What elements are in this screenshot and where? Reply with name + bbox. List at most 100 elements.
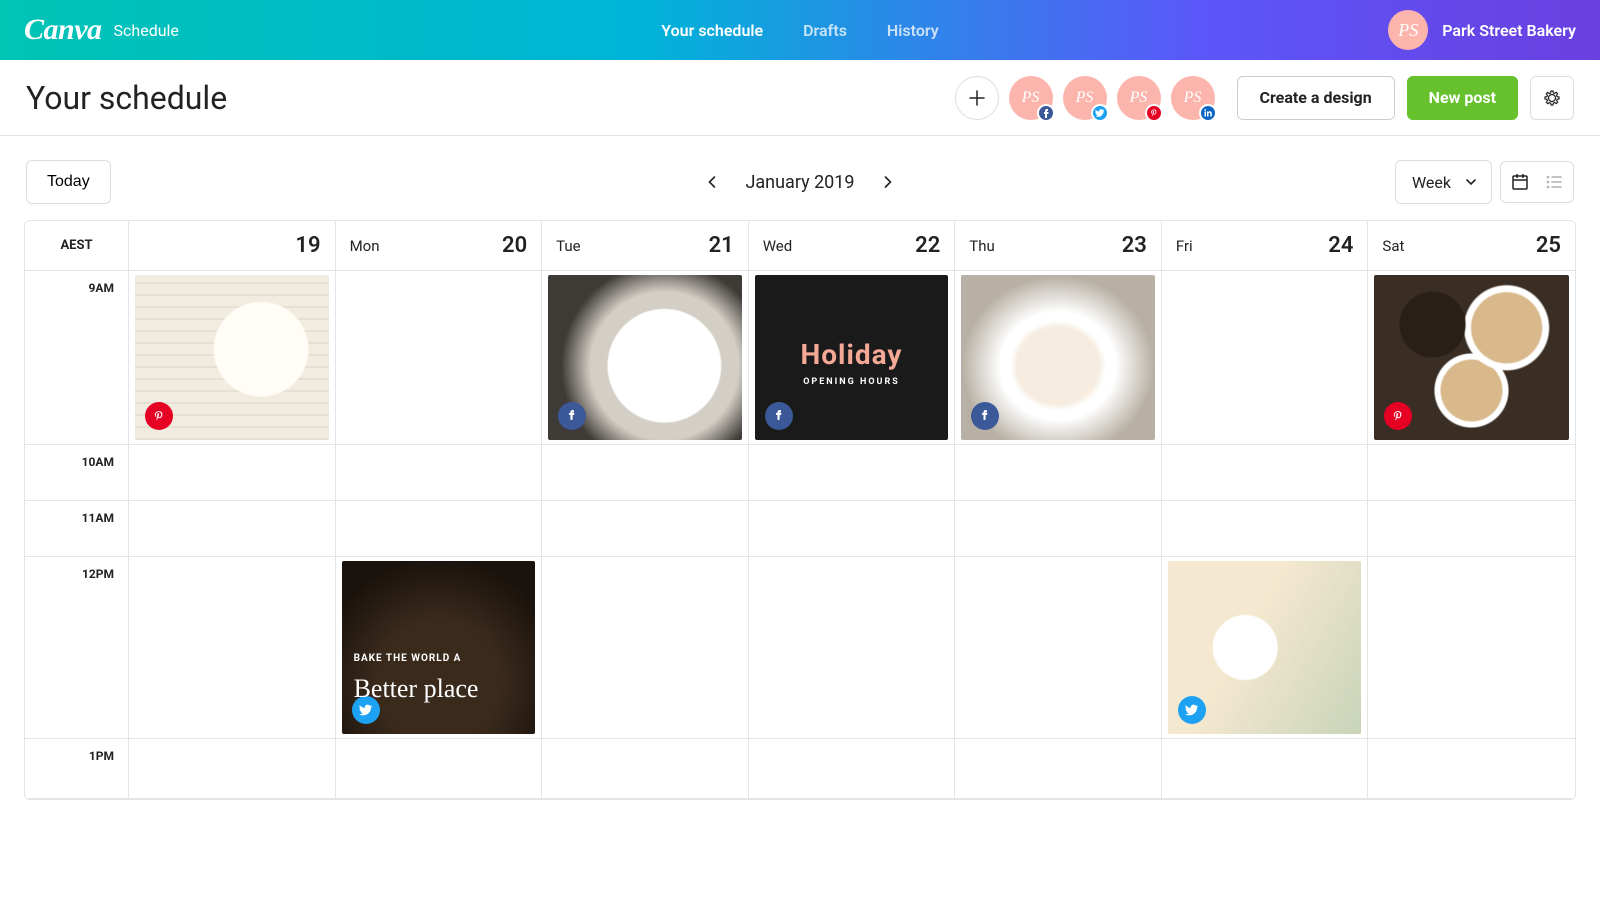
list-view-button[interactable] (1537, 162, 1571, 202)
day-header: Fri24 (1162, 221, 1369, 270)
calendar-cell[interactable] (336, 501, 542, 557)
day-column (542, 271, 749, 799)
calendar-cell[interactable] (129, 445, 335, 501)
month-label: January 2019 (745, 172, 854, 193)
calendar-view-button[interactable] (1503, 162, 1537, 202)
calendar-cell[interactable] (749, 739, 955, 799)
post-overline: BAKE THE WORLD A (354, 653, 462, 664)
calendar-cell[interactable] (955, 739, 1161, 799)
calendar-cell[interactable] (955, 271, 1161, 445)
top-right: PS Park Street Bakery (1388, 10, 1576, 50)
nav-schedule[interactable]: Your schedule (661, 21, 763, 40)
calendar-cell[interactable] (1162, 271, 1368, 445)
user-avatar[interactable]: PS (1388, 10, 1428, 50)
day-column (1162, 271, 1369, 799)
day-header: Thu23 (955, 221, 1162, 270)
account-pinterest[interactable]: PS (1117, 76, 1161, 120)
chevron-right-icon (881, 175, 895, 189)
calendar-cell[interactable] (542, 445, 748, 501)
next-month-button[interactable] (875, 169, 901, 195)
calendar-cell[interactable]: BAKE THE WORLD A Better place (336, 557, 542, 739)
calendar-cell[interactable] (542, 557, 748, 739)
add-account-button[interactable] (955, 76, 999, 120)
today-button[interactable]: Today (26, 160, 111, 204)
calendar-cell[interactable] (336, 739, 542, 799)
calendar-toolbar: Today January 2019 Week (0, 136, 1600, 220)
time-label: 11AM (25, 501, 129, 557)
account-group: PS PS PS PS (955, 76, 1215, 120)
calendar-icon (1510, 172, 1530, 192)
chevron-left-icon (705, 175, 719, 189)
day-column: Holiday OPENING HOURS (749, 271, 956, 799)
scheduled-post[interactable] (1374, 275, 1569, 440)
calendar-cell[interactable] (749, 501, 955, 557)
settings-button[interactable] (1530, 76, 1574, 120)
scheduled-post[interactable]: Holiday OPENING HOURS (755, 275, 949, 440)
calendar-cell[interactable] (1368, 557, 1575, 739)
calendar-cell[interactable] (1162, 445, 1368, 501)
calendar-cell[interactable] (955, 445, 1161, 501)
plus-icon (968, 89, 986, 107)
page-title: Your schedule (26, 79, 227, 117)
scheduled-post[interactable] (135, 275, 329, 440)
gear-icon (1542, 88, 1562, 108)
calendar: AEST 19 Mon20 Tue21 Wed22 Thu23 Fri24 Sa… (24, 220, 1576, 800)
calendar-cell[interactable] (1162, 501, 1368, 557)
calendar-cell[interactable] (1162, 557, 1368, 739)
calendar-cell[interactable] (749, 557, 955, 739)
facebook-icon (765, 402, 793, 430)
account-facebook[interactable]: PS (1009, 76, 1053, 120)
calendar-cell[interactable] (336, 271, 542, 445)
user-name[interactable]: Park Street Bakery (1442, 21, 1576, 40)
scheduled-post[interactable]: BAKE THE WORLD A Better place (342, 561, 536, 734)
calendar-cell[interactable] (749, 445, 955, 501)
time-label: 1PM (25, 739, 129, 799)
calendar-cell[interactable] (1368, 739, 1575, 799)
time-label: 12PM (25, 557, 129, 739)
calendar-cell[interactable] (1368, 271, 1575, 445)
prev-month-button[interactable] (699, 169, 725, 195)
scheduled-post[interactable] (548, 275, 742, 440)
view-range-label: Week (1412, 173, 1451, 192)
new-post-button[interactable]: New post (1407, 76, 1518, 120)
chevron-down-icon (1465, 176, 1477, 188)
calendar-cell[interactable] (1368, 445, 1575, 501)
pinterest-icon (1384, 402, 1412, 430)
twitter-icon (1091, 104, 1109, 122)
scheduled-post[interactable] (1168, 561, 1362, 734)
facebook-icon (558, 402, 586, 430)
calendar-cell[interactable] (336, 445, 542, 501)
facebook-icon (971, 402, 999, 430)
pinterest-icon (145, 402, 173, 430)
day-header: Sat25 (1368, 221, 1575, 270)
calendar-cell[interactable]: Holiday OPENING HOURS (749, 271, 955, 445)
day-header: Wed22 (749, 221, 956, 270)
topbar: Canva Schedule Your schedule Drafts Hist… (0, 0, 1600, 60)
view-range-select[interactable]: Week (1395, 160, 1492, 204)
calendar-cell[interactable] (542, 739, 748, 799)
calendar-cell[interactable] (542, 501, 748, 557)
calendar-cell[interactable] (955, 501, 1161, 557)
day-header: Tue21 (542, 221, 749, 270)
account-linkedin[interactable]: PS (1171, 76, 1215, 120)
brand-logo: Canva (24, 13, 102, 47)
calendar-header-row: AEST 19 Mon20 Tue21 Wed22 Thu23 Fri24 Sa… (25, 221, 1575, 271)
scheduled-post[interactable] (961, 275, 1155, 440)
calendar-cell[interactable] (129, 739, 335, 799)
view-toggle (1500, 161, 1574, 203)
calendar-cell[interactable] (1368, 501, 1575, 557)
calendar-cell[interactable] (129, 271, 335, 445)
calendar-cell[interactable] (129, 501, 335, 557)
account-twitter[interactable]: PS (1063, 76, 1107, 120)
create-design-button[interactable]: Create a design (1237, 76, 1395, 120)
time-label: 10AM (25, 445, 129, 501)
calendar-cell[interactable] (542, 271, 748, 445)
calendar-cell[interactable] (1162, 739, 1368, 799)
day-header: 19 (129, 221, 336, 270)
facebook-icon (1037, 104, 1055, 122)
nav-drafts[interactable]: Drafts (803, 21, 847, 40)
nav-history[interactable]: History (887, 21, 939, 40)
brand[interactable]: Canva Schedule (24, 13, 179, 47)
calendar-cell[interactable] (129, 557, 335, 739)
calendar-cell[interactable] (955, 557, 1161, 739)
